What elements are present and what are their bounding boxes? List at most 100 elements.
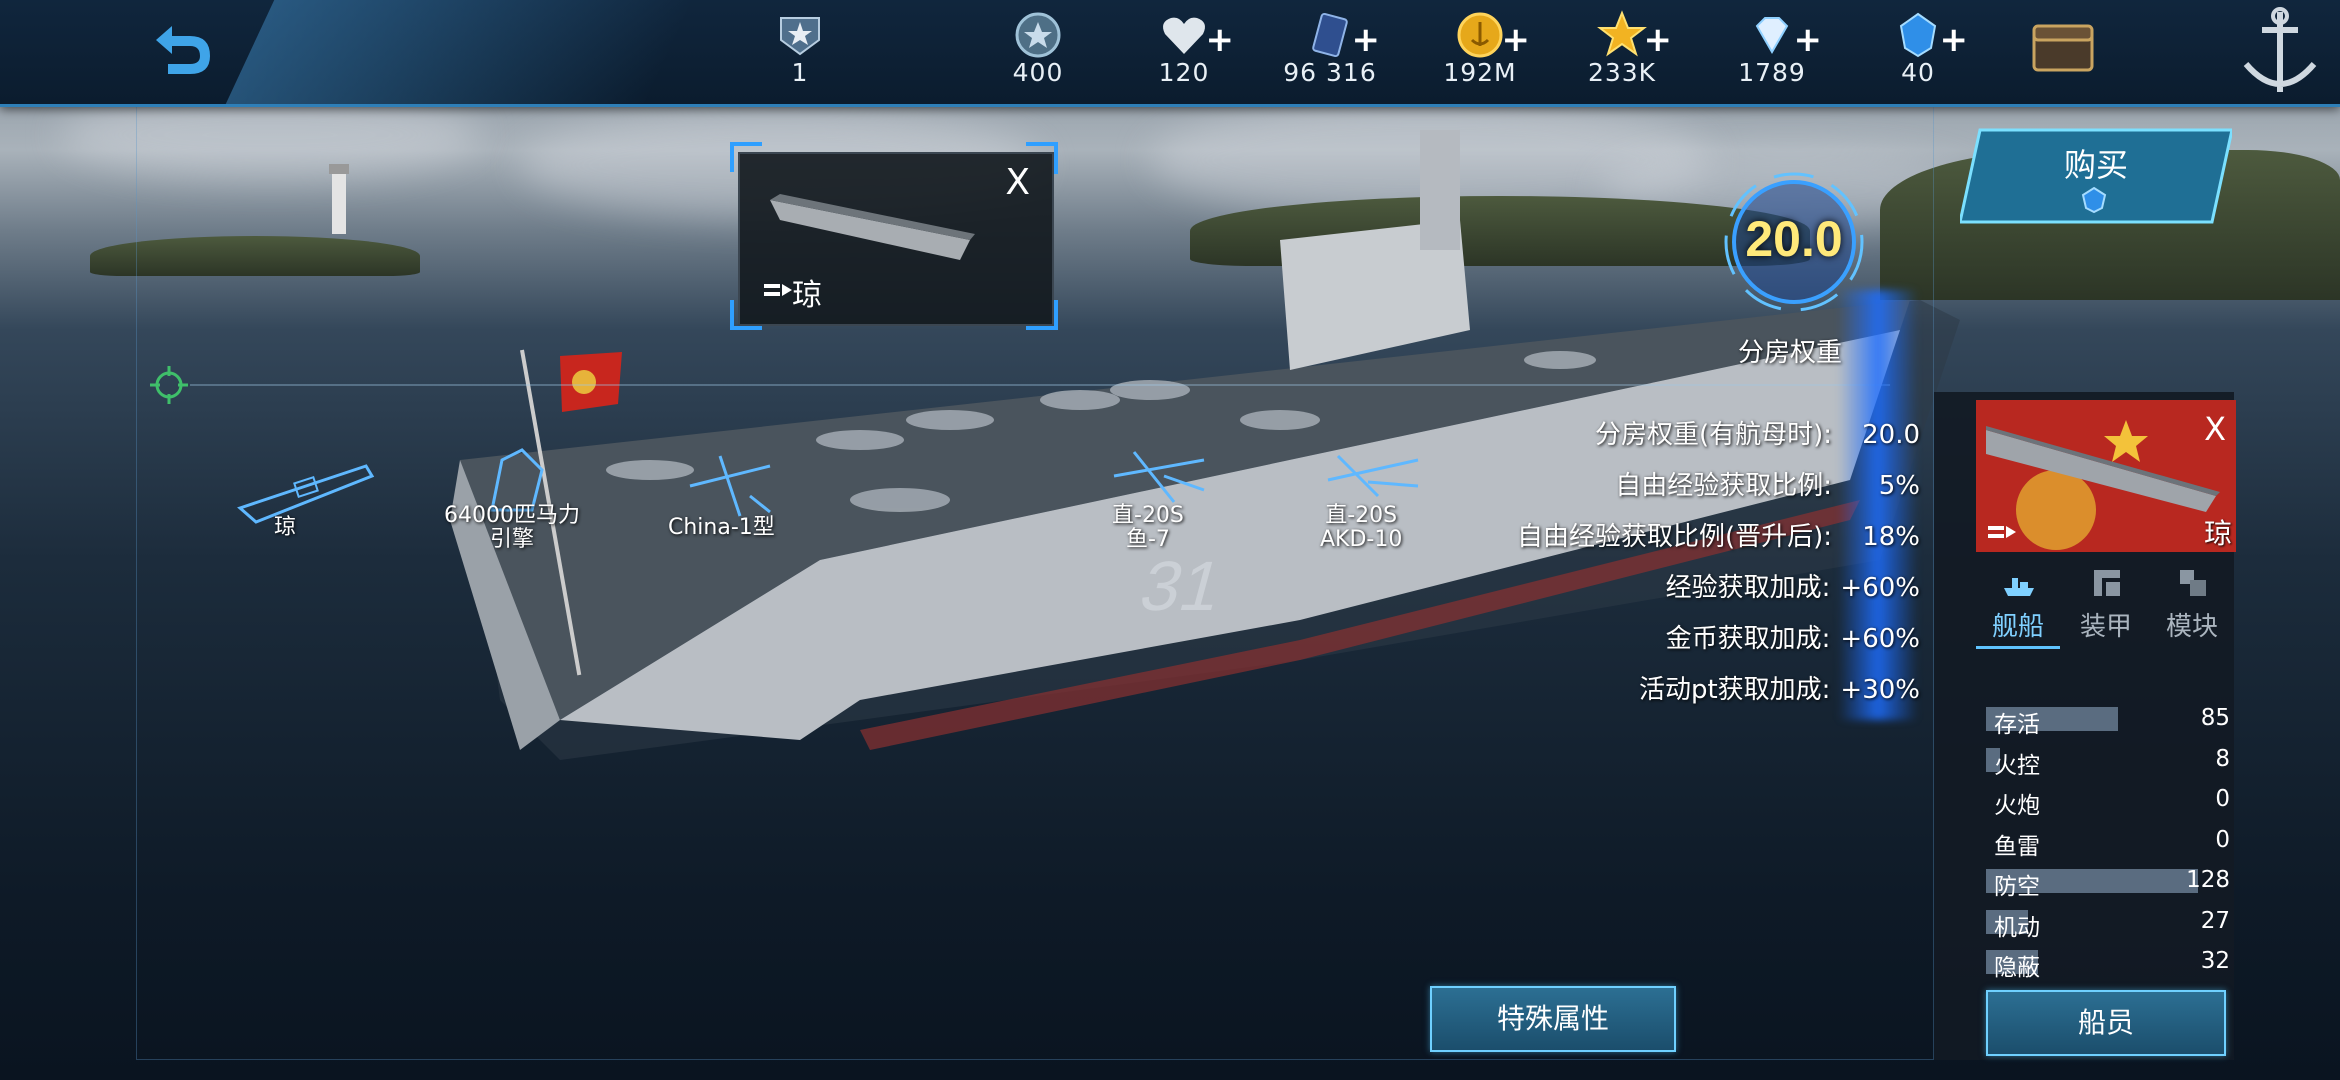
- equip-heli-2-label: 直-20S AKD-10: [1320, 504, 1402, 552]
- radar-plane-icon[interactable]: [680, 446, 780, 526]
- equip-hull-label: 琼: [274, 516, 296, 540]
- attribute-value: 32: [2200, 948, 2230, 974]
- ship-thumbnail: [770, 194, 975, 260]
- oil-value: 96 316: [1283, 58, 1377, 87]
- stat-value: 20.0: [1862, 420, 1920, 450]
- add-gold-button[interactable]: +: [1502, 20, 1531, 60]
- stat-row: 经验获取加成: +60%: [1666, 567, 1920, 604]
- helicopter-icon[interactable]: [1104, 446, 1214, 506]
- steel-value: 400: [1012, 58, 1064, 87]
- add-crystal-button[interactable]: +: [1940, 20, 1969, 60]
- stat-row: 自由经验获取比例: 5%: [1615, 465, 1920, 502]
- stat-value: +60%: [1840, 624, 1920, 654]
- oil-card-icon: [1312, 12, 1348, 58]
- attribute-value: 27: [2200, 907, 2230, 934]
- equip-heli-1-label: 直-20S 鱼-7: [1112, 504, 1184, 552]
- blue-crystal-icon: [1899, 12, 1937, 58]
- stat-row: 活动pt获取加成: +30%: [1639, 669, 1920, 706]
- stat-label: 经验获取加成:: [1665, 573, 1831, 603]
- crystal-value: 40: [1901, 58, 1935, 87]
- tab-module[interactable]: 模块: [2150, 558, 2234, 646]
- ship-preview-popup[interactable]: X 琼: [730, 142, 1058, 330]
- attribute-row: 存活 85: [1986, 704, 2232, 738]
- crosshair-icon[interactable]: [148, 364, 190, 406]
- ship-card-close-button[interactable]: X: [2204, 410, 2226, 448]
- attribute-label: 火控: [1994, 752, 2040, 779]
- special-attributes-button[interactable]: 特殊属性: [1430, 986, 1676, 1052]
- gold-value: 192M: [1443, 58, 1517, 87]
- rank-badge[interactable]: 1: [740, 6, 860, 98]
- stat-label: 自由经验获取比例:: [1615, 471, 1832, 501]
- stats-glow: [1838, 290, 1918, 720]
- ship-card-name: 琼: [2203, 517, 2232, 550]
- add-star-button[interactable]: +: [1644, 20, 1673, 60]
- attribute-label: 机动: [1994, 914, 2040, 941]
- attribute-row: 机动 27: [1986, 907, 2232, 941]
- attribute-label: 隐蔽: [1994, 955, 2040, 981]
- back-arrow-icon[interactable]: [140, 18, 220, 82]
- attribute-value: 128: [2186, 867, 2230, 893]
- crew-button[interactable]: 船员: [1986, 990, 2226, 1056]
- stat-value: +30%: [1840, 675, 1920, 705]
- module-icon: [2180, 570, 2206, 596]
- equip-engine-label: 64000匹马力 引擎: [444, 504, 580, 552]
- add-diamond-button[interactable]: +: [1794, 20, 1823, 60]
- attribute-row: 火控 8: [1986, 745, 2232, 779]
- tab-armor-label: 装甲: [2079, 612, 2132, 642]
- tab-ship-label: 舰船: [1991, 612, 2044, 642]
- blue-crystal-icon: [2081, 186, 2107, 214]
- ship-outline-icon[interactable]: [236, 458, 376, 528]
- equip-heli-1-name: 直-20S: [1112, 503, 1184, 528]
- attribute-label: 存活: [1994, 712, 2040, 738]
- equip-hull-name: 琼: [274, 515, 297, 540]
- equip-engine-name: 64000匹马力: [444, 503, 580, 528]
- stat-value: +60%: [1840, 573, 1920, 603]
- stat-row: 金币获取加成: +60%: [1666, 618, 1920, 655]
- resource-diamond[interactable]: + 1789: [1712, 6, 1832, 98]
- ship-card[interactable]: X 琼: [1976, 400, 2236, 552]
- attribute-row: 防空 128: [1986, 866, 2232, 900]
- add-oil-button[interactable]: +: [1352, 20, 1381, 60]
- popup-close-button[interactable]: X: [1005, 162, 1030, 203]
- equip-radar-name: China-1型: [668, 515, 775, 540]
- tab-armor[interactable]: 装甲: [2064, 558, 2148, 646]
- anchor-icon[interactable]: [2232, 4, 2328, 100]
- stamina-value: 120: [1158, 58, 1210, 87]
- weight-overlay-label: 分房权重: [1738, 338, 1843, 368]
- resource-oil[interactable]: + 96 316: [1270, 6, 1390, 98]
- attribute-row: 隐蔽 32: [1986, 947, 2232, 981]
- steel-coin-icon: [1015, 12, 1061, 58]
- buy-button[interactable]: 购买: [1960, 128, 2232, 224]
- resource-steel[interactable]: 400: [978, 6, 1098, 98]
- attribute-value: 85: [2200, 705, 2230, 731]
- equip-radar-label: China-1型: [668, 516, 775, 540]
- tab-module-label: 模块: [2165, 612, 2218, 642]
- hangar-icon: [1988, 526, 2016, 538]
- resource-star[interactable]: + 233K: [1562, 6, 1682, 98]
- attribute-value: 8: [2215, 745, 2230, 772]
- diamond-value: 1789: [1738, 58, 1806, 87]
- topbar-decor: [225, 0, 695, 104]
- helicopter-icon[interactable]: [1318, 446, 1428, 506]
- ship-icon: [2004, 578, 2034, 596]
- attribute-value: 0: [2215, 786, 2230, 812]
- stat-label: 分房权重(有航母时):: [1594, 420, 1832, 450]
- equip-heli-2-weapon: AKD-10: [1320, 527, 1403, 552]
- equip-engine-type: 引擎: [489, 527, 534, 552]
- stat-label: 活动pt获取加成:: [1638, 675, 1831, 705]
- treasure-chest-icon[interactable]: [2030, 20, 2096, 74]
- resource-crystal[interactable]: + 40: [1858, 6, 1978, 98]
- stat-value: 18%: [1862, 522, 1920, 552]
- attribute-row: 火炮 0: [1986, 785, 2232, 819]
- equip-heli-2-name: 直-20S: [1325, 503, 1398, 528]
- attribute-label: 防空: [1994, 874, 2040, 900]
- add-stamina-button[interactable]: +: [1206, 20, 1235, 60]
- guide-line: [190, 384, 1890, 386]
- tab-ship[interactable]: 舰船: [1976, 558, 2060, 649]
- resource-gold[interactable]: + 192M: [1420, 6, 1540, 98]
- resource-stamina[interactable]: + 120: [1124, 6, 1244, 98]
- attribute-row: 鱼雷 0: [1986, 826, 2232, 860]
- rank-badge-icon: [780, 17, 820, 56]
- buy-label: 购买: [2063, 146, 2128, 184]
- weight-value: 20.0: [1745, 211, 1843, 267]
